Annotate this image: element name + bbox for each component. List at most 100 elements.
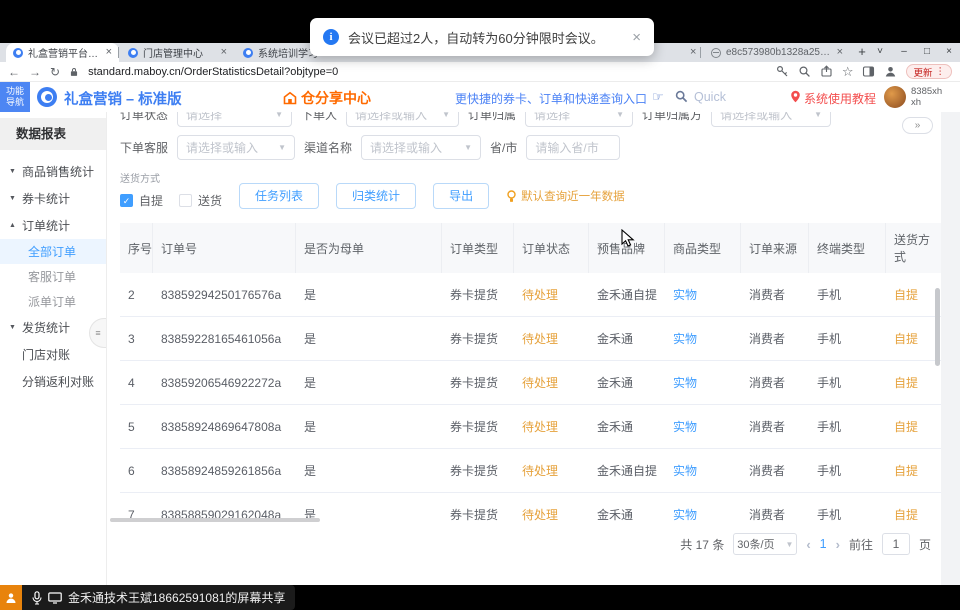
next-page-button[interactable]: › — [836, 537, 840, 552]
sidebar-item-label: 订单统计 — [22, 217, 70, 234]
url-text[interactable]: standard.maboy.cn/OrderStatisticsDetail?… — [88, 66, 338, 78]
chevron-down-icon: ▼ — [275, 112, 283, 119]
zoom-icon[interactable] — [798, 65, 811, 78]
column-header: 订单来源 — [741, 223, 809, 273]
close-button[interactable]: × — [938, 43, 960, 62]
cell-terminal: 手机 — [809, 449, 886, 492]
cell-status: 待处理 — [514, 273, 589, 316]
cell-parent: 是 — [296, 273, 442, 316]
pointing-hand-icon: ☞ — [652, 89, 664, 105]
cell-type: 券卡提货 — [442, 449, 514, 492]
cell-order_no: 83859206546922272a — [153, 361, 296, 404]
cell-type: 券卡提货 — [442, 273, 514, 316]
query-tip-text: 默认查询近一年数据 — [521, 188, 625, 204]
sidebar-item[interactable]: 全部订单 — [0, 239, 106, 264]
tab-close-icon[interactable]: × — [837, 47, 843, 58]
tutorial-link[interactable]: 系统使用教程 — [804, 90, 876, 107]
sidebar-item[interactable]: 客服订单 — [0, 264, 106, 289]
vertical-scrollbar[interactable] — [935, 288, 940, 366]
tab-search-icon[interactable]: ˅ — [869, 43, 891, 62]
user-avatar[interactable] — [884, 86, 906, 108]
checkbox-checked-icon[interactable]: ✓ — [120, 194, 133, 207]
sidebar-item[interactable]: 派单订单 — [0, 289, 106, 314]
pickup-checkbox[interactable]: ✓ 自提 — [120, 192, 163, 209]
category-stats-button[interactable]: 归类统计 — [336, 183, 416, 209]
province-city-input[interactable]: 请输入省/市 — [526, 135, 620, 160]
chevron-down-icon: ▼ — [442, 112, 450, 119]
profile-icon[interactable] — [884, 65, 897, 78]
url-bar: ← → ↻ standard.maboy.cn/OrderStatisticsD… — [0, 62, 960, 82]
checkbox-label: 送货 — [198, 192, 222, 209]
update-label: 更新 — [913, 65, 932, 79]
column-header: 是否为母单 — [296, 223, 442, 273]
tab-hash[interactable]: e8c573980b1328a258fd2e6 × — [704, 43, 850, 62]
forward-icon[interactable]: → — [29, 66, 41, 78]
order-owner-party-select[interactable]: 请选择或输入 ▼ — [711, 112, 831, 127]
query-tip: 默认查询近一年数据 — [506, 188, 625, 204]
delivery-checkbox[interactable]: 送货 — [179, 192, 222, 209]
user-name-line2: xh — [911, 97, 942, 108]
reload-icon[interactable]: ↻ — [50, 66, 60, 78]
horizontal-scrollbar[interactable] — [110, 518, 320, 522]
chrome-update-button[interactable]: 更新 ⋮ — [906, 64, 952, 79]
minimize-button[interactable]: – — [893, 43, 915, 62]
page-size-value: 30条/页 — [737, 536, 774, 552]
table-row[interactable]: 683858924859261856a是券卡提货待处理金禾通自提实物消费者手机自… — [120, 449, 941, 493]
filters-collapse-button[interactable]: » — [902, 117, 933, 134]
orderer-select[interactable]: 请选择或输入 ▼ — [346, 112, 459, 127]
cell-parent: 是 — [296, 361, 442, 404]
key-icon[interactable] — [776, 65, 789, 78]
placeholder-text: 请输入省/市 — [535, 139, 611, 156]
prev-page-button[interactable]: ‹ — [806, 537, 810, 552]
table-row[interactable]: 283859294250176576a是券卡提货待处理金禾通自提实物消费者手机自… — [120, 273, 941, 317]
order-status-select[interactable]: 请选择 ▼ — [177, 112, 292, 127]
quick-label[interactable]: Quick — [694, 90, 726, 104]
pagination: 共 17 条 30条/页 ▼ ‹ 1 › 前往 1 页 — [680, 532, 931, 556]
location-pin-icon — [790, 90, 801, 103]
table-row[interactable]: 583858924869647808a是券卡提货待处理金禾通实物消费者手机自提 — [120, 405, 941, 449]
page-size-select[interactable]: 30条/页 ▼ — [733, 533, 797, 555]
app-root: 功能 导航 礼盒营销 – 标准版 仓分享中心 更快捷的券卡、订单和快递查询入口 … — [0, 82, 960, 585]
tab-close-icon[interactable]: × — [690, 47, 696, 58]
sidebar-item[interactable]: ▲订单统计 — [0, 212, 106, 239]
task-list-button[interactable]: 任务列表 — [239, 183, 319, 209]
export-button[interactable]: 导出 — [433, 183, 489, 209]
toast-close-icon[interactable]: × — [632, 29, 641, 46]
sidebar-item[interactable]: 门店对账 — [0, 341, 106, 368]
maximize-button[interactable]: □ — [916, 43, 938, 62]
bookmark-star-icon[interactable]: ☆ — [842, 65, 854, 78]
user-name: 8385xh xh — [911, 86, 942, 109]
chevron-down-icon: ▼ — [814, 112, 822, 119]
order-owner-select[interactable]: 请选择 ▼ — [525, 112, 633, 127]
column-header: 订单状态 — [514, 223, 589, 273]
checkbox-unchecked-icon[interactable] — [179, 194, 192, 207]
cell-no: 5 — [120, 405, 153, 448]
back-icon[interactable]: ← — [8, 66, 20, 78]
sidebar-item[interactable]: 分销返利对账 — [0, 368, 106, 395]
table-row[interactable]: 383859228165461056a是券卡提货待处理金禾通实物消费者手机自提 — [120, 317, 941, 361]
placeholder-text: 请选择或输入 — [720, 112, 808, 123]
current-page[interactable]: 1 — [820, 537, 827, 551]
cell-brand: 金禾通 — [589, 493, 665, 523]
sidebar-item[interactable]: ▼商品销售统计 — [0, 158, 106, 185]
share-icon[interactable] — [820, 65, 833, 78]
quick-search-icon[interactable] — [675, 90, 688, 103]
cell-product_type: 实物 — [665, 405, 741, 448]
sidebar-item[interactable]: ▼券卡统计 — [0, 185, 106, 212]
cell-parent: 是 — [296, 317, 442, 360]
tab-close-icon[interactable]: × — [221, 47, 227, 58]
channel-select[interactable]: 请选择或输入 ▼ — [361, 135, 481, 160]
share-center-link[interactable]: 仓分享中心 — [283, 88, 371, 108]
tab-close-icon[interactable]: × — [106, 47, 112, 58]
chevron-down-icon: ▼ — [9, 168, 17, 175]
tab-gift-admin[interactable]: 礼盒营销平台管理中心 × — [6, 43, 119, 62]
table-row[interactable]: 483859206546922272a是券卡提货待处理金禾通实物消费者手机自提 — [120, 361, 941, 405]
kebab-menu-icon[interactable]: ⋮ — [936, 66, 946, 77]
mouse-cursor — [621, 229, 637, 247]
goto-page-input[interactable]: 1 — [882, 533, 910, 555]
cs-agent-select[interactable]: 请选择或输入 ▼ — [177, 135, 295, 160]
tab-store-admin[interactable]: 门店管理中心 × — [121, 43, 234, 62]
side-panel-icon[interactable] — [862, 65, 875, 78]
function-nav-button[interactable]: 功能 导航 — [0, 82, 30, 112]
table-header: 序号订单号是否为母单订单类型订单状态预售品牌商品类型订单来源终端类型送货方式 — [120, 223, 941, 273]
